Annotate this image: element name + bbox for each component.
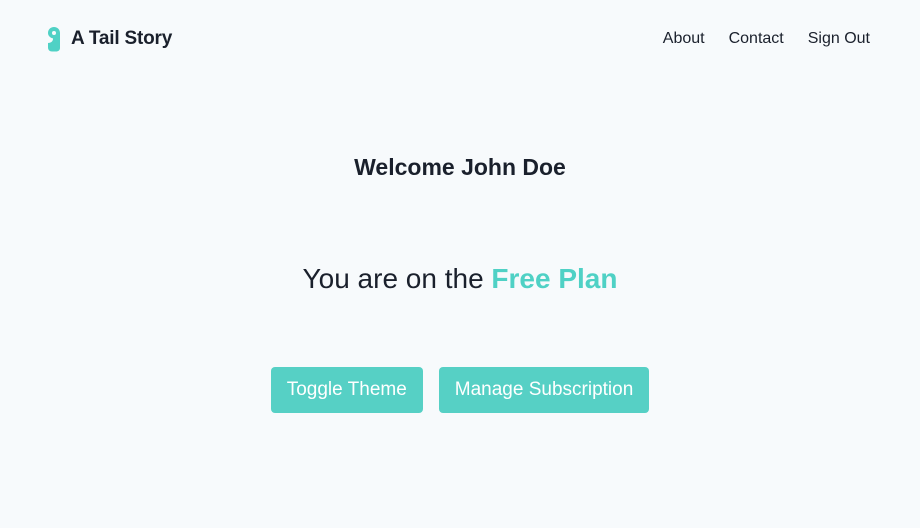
brand-name: A Tail Story xyxy=(71,28,173,49)
paw-tag-icon xyxy=(48,27,60,52)
plan-status: You are on the Free Plan xyxy=(0,263,920,295)
welcome-heading: Welcome John Doe xyxy=(354,154,566,180)
nav-sign-out-link[interactable]: Sign Out xyxy=(808,30,870,48)
nav-contact-link[interactable]: Contact xyxy=(729,30,784,48)
brand-link[interactable]: A Tail Story xyxy=(47,26,172,52)
plan-prefix: You are on the xyxy=(302,263,484,294)
manage-subscription-button[interactable]: Manage Subscription xyxy=(438,367,650,413)
plan-name: Free Plan xyxy=(491,263,618,294)
action-buttons: Toggle Theme Manage Subscription xyxy=(0,367,920,413)
site-header: A Tail Story About Contact Sign Out xyxy=(0,0,920,78)
nav-about-link[interactable]: About xyxy=(663,30,705,48)
top-nav: About Contact Sign Out xyxy=(663,30,870,48)
toggle-theme-button[interactable]: Toggle Theme xyxy=(270,367,423,413)
